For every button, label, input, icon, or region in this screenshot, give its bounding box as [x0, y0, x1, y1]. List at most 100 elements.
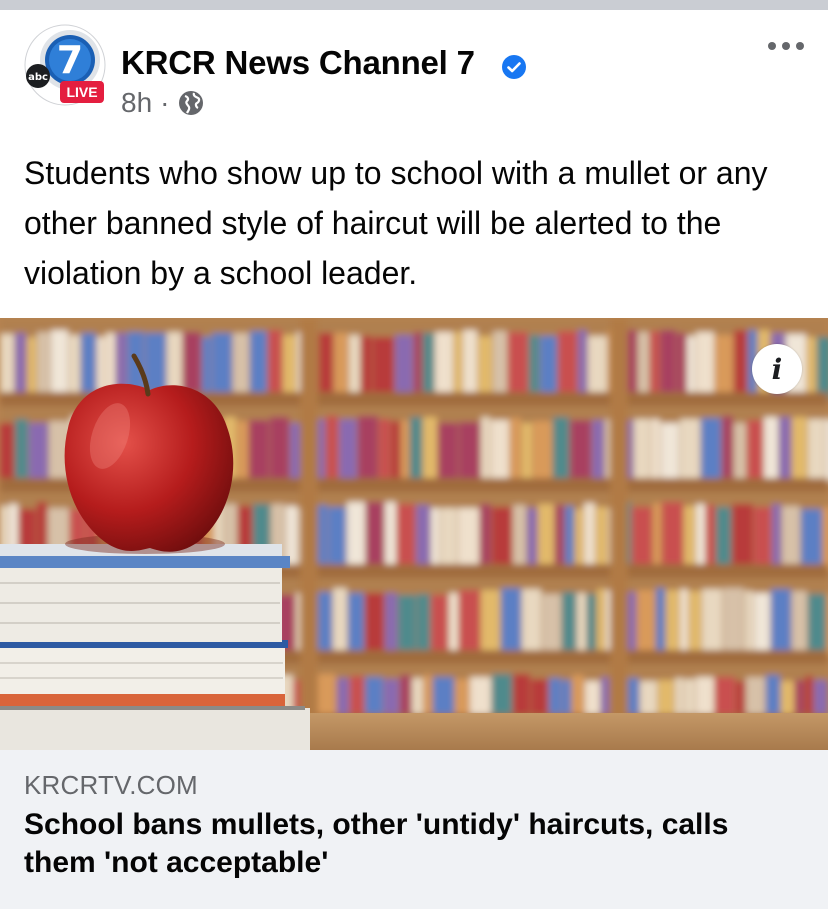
shelf-book: [212, 333, 232, 395]
shelf-book: [410, 417, 422, 479]
shelf-book: [438, 423, 458, 485]
shelf-book: [587, 594, 596, 656]
shelf-book: [417, 594, 430, 656]
shelf-book: [684, 506, 695, 568]
shelf-book: [734, 330, 747, 392]
shelf-book: [650, 331, 659, 393]
page-avatar[interactable]: 7 abc LIVE: [24, 24, 106, 106]
shelf-book: [492, 507, 512, 569]
shelf-book: [167, 332, 182, 394]
globe-icon[interactable]: [177, 89, 205, 117]
shelf-book: [69, 335, 80, 397]
shelf-book: [449, 593, 458, 655]
shelf-book: [745, 591, 753, 653]
post-text: Students who show up to school with a mu…: [24, 155, 768, 291]
shelf-book: [397, 504, 415, 566]
shelf-book: [365, 677, 383, 717]
shelf-book: [508, 332, 528, 394]
shelf-book: [575, 509, 583, 571]
shelf-post: [300, 318, 318, 750]
shelf-book: [365, 593, 384, 655]
shelf-book: [823, 507, 828, 569]
more-options-icon[interactable]: [766, 38, 806, 54]
shelf-book: [0, 423, 14, 485]
shelf-book: [715, 335, 733, 397]
shelf-book: [478, 336, 492, 398]
shelf-book: [706, 505, 715, 567]
shelf-book: [391, 421, 400, 483]
shelf-book: [249, 420, 269, 482]
shelf-book: [538, 504, 554, 566]
shelf-book: [542, 594, 561, 656]
shelf-book: [782, 506, 800, 568]
shelf-book: [401, 420, 409, 482]
shelf-book: [339, 419, 357, 481]
shelf-book: [687, 336, 695, 398]
shelf-book: [764, 417, 778, 479]
link-preview-image[interactable]: [0, 318, 828, 750]
shelf-book: [540, 336, 557, 398]
shelf-book: [792, 591, 807, 653]
link-title[interactable]: School bans mullets, other 'untidy' hair…: [24, 806, 804, 882]
shelf-book: [283, 335, 296, 397]
shelf-book: [680, 419, 700, 481]
shelf-book: [592, 420, 604, 482]
shelf-book: [754, 593, 770, 655]
shelf-book: [412, 678, 423, 718]
shelf-book: [270, 417, 289, 479]
shelf-book: [656, 588, 665, 650]
shelf-book: [15, 419, 28, 481]
shelf-book: [808, 419, 825, 481]
info-icon[interactable]: i: [752, 344, 802, 394]
shelf-book: [459, 422, 480, 484]
shelf-book: [358, 416, 378, 478]
verified-badge-icon: [502, 55, 526, 79]
shelf-book: [337, 678, 349, 718]
shelf-book: [522, 589, 541, 651]
shelf-book: [549, 678, 561, 718]
shelf-book: [334, 333, 348, 395]
shelf-book: [766, 675, 780, 715]
shelf-book: [732, 504, 753, 566]
shelf-book: [423, 417, 437, 479]
shelf-book: [373, 337, 394, 399]
shelf-book: [702, 589, 722, 651]
shelf-book: [807, 337, 816, 399]
shelf-book: [572, 675, 584, 715]
shelf-book: [601, 677, 609, 717]
shelf-book: [651, 419, 660, 481]
post-time[interactable]: 8h: [121, 87, 152, 119]
shelf-book: [440, 508, 457, 570]
shelf-book: [577, 593, 586, 655]
post-meta: 8h ·: [121, 86, 205, 120]
shelf-book: [675, 678, 683, 718]
shelf-book: [433, 677, 454, 717]
shelf-book: [431, 595, 448, 657]
shelf-book: [527, 508, 537, 570]
shelf-book: [202, 337, 211, 399]
shelf-book: [233, 333, 249, 395]
shelf-book: [470, 677, 491, 717]
shelf-book: [747, 420, 763, 482]
shelf-book: [481, 590, 500, 652]
shelf-book: [491, 420, 509, 482]
shelf-book: [237, 421, 248, 483]
shelf-book: [454, 332, 462, 394]
shelf-book: [27, 337, 36, 399]
shelf-book: [596, 507, 607, 569]
shelf-book: [481, 417, 490, 479]
shelf-book: [555, 505, 564, 567]
shelf-book: [268, 330, 282, 392]
shelf-book: [772, 504, 781, 566]
shelf-book: [319, 333, 333, 395]
shelf-book: [522, 423, 532, 485]
shelf-book: [366, 502, 384, 564]
avatar-number: 7: [57, 38, 83, 82]
shelf-book: [570, 420, 591, 482]
shelf-book: [348, 593, 364, 655]
shelf-book: [424, 675, 432, 715]
page-name[interactable]: KRCR News Channel 7: [121, 44, 475, 82]
shelf-book: [562, 592, 576, 654]
shelf-book: [29, 423, 48, 485]
shelf-book: [638, 332, 649, 394]
